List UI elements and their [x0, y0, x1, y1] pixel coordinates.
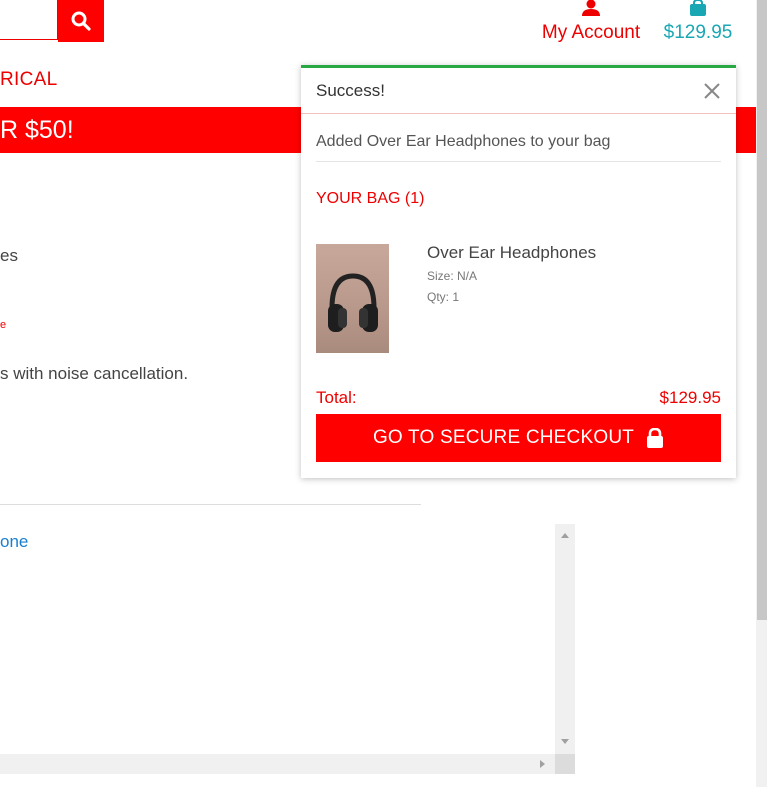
- bag-total: $129.95: [663, 22, 733, 43]
- lock-icon: [647, 428, 664, 448]
- product-image: [316, 244, 389, 353]
- content-link[interactable]: one: [0, 532, 28, 552]
- toast-divider: [316, 161, 721, 162]
- scroll-corner: [555, 754, 575, 774]
- product-text-fragment: es: [0, 246, 18, 265]
- nav-category-link[interactable]: RICAL: [0, 69, 57, 91]
- toast-title: Success!: [316, 81, 385, 100]
- total-value: $129.95: [659, 388, 721, 407]
- page-scrollbar-thumb[interactable]: [757, 0, 767, 620]
- user-icon: [582, 0, 600, 16]
- headphones-icon: [328, 273, 378, 332]
- product-name: Over Ear Headphones: [427, 243, 597, 262]
- my-account-link[interactable]: My Account: [539, 0, 643, 50]
- promo-text: R $50!: [0, 116, 74, 144]
- horizontal-scrollbar[interactable]: [0, 754, 555, 774]
- shopping-bag-icon: [690, 0, 706, 16]
- product-description: s with noise cancellation.: [0, 364, 189, 383]
- total-label: Total:: [316, 388, 357, 407]
- search-input[interactable]: [0, 0, 58, 40]
- vertical-scrollbar[interactable]: [555, 524, 575, 754]
- toast-message: Added Over Ear Headphones to your bag: [316, 133, 611, 150]
- scroll-right-arrow[interactable]: [540, 760, 545, 768]
- checkout-label: GO TO SECURE CHECKOUT: [372, 427, 635, 448]
- success-toast: Success! Added Over Ear Headphones to yo…: [301, 65, 736, 478]
- close-icon[interactable]: [701, 80, 723, 102]
- search-button[interactable]: [58, 0, 104, 42]
- product-small-link[interactable]: e: [0, 319, 6, 331]
- product-qty: Qty: 1: [427, 290, 460, 304]
- search-icon: [71, 11, 91, 31]
- shopping-bag-link[interactable]: $129.95: [660, 0, 736, 50]
- account-label: My Account: [541, 22, 641, 43]
- scroll-up-arrow[interactable]: [561, 533, 569, 538]
- secure-checkout-button[interactable]: GO TO SECURE CHECKOUT: [316, 414, 721, 462]
- bag-heading: YOUR BAG (1): [316, 190, 425, 207]
- divider: [0, 504, 421, 505]
- toast-header: Success!: [301, 68, 736, 114]
- product-size: Size: N/A: [427, 269, 478, 283]
- scroll-down-arrow[interactable]: [561, 739, 569, 744]
